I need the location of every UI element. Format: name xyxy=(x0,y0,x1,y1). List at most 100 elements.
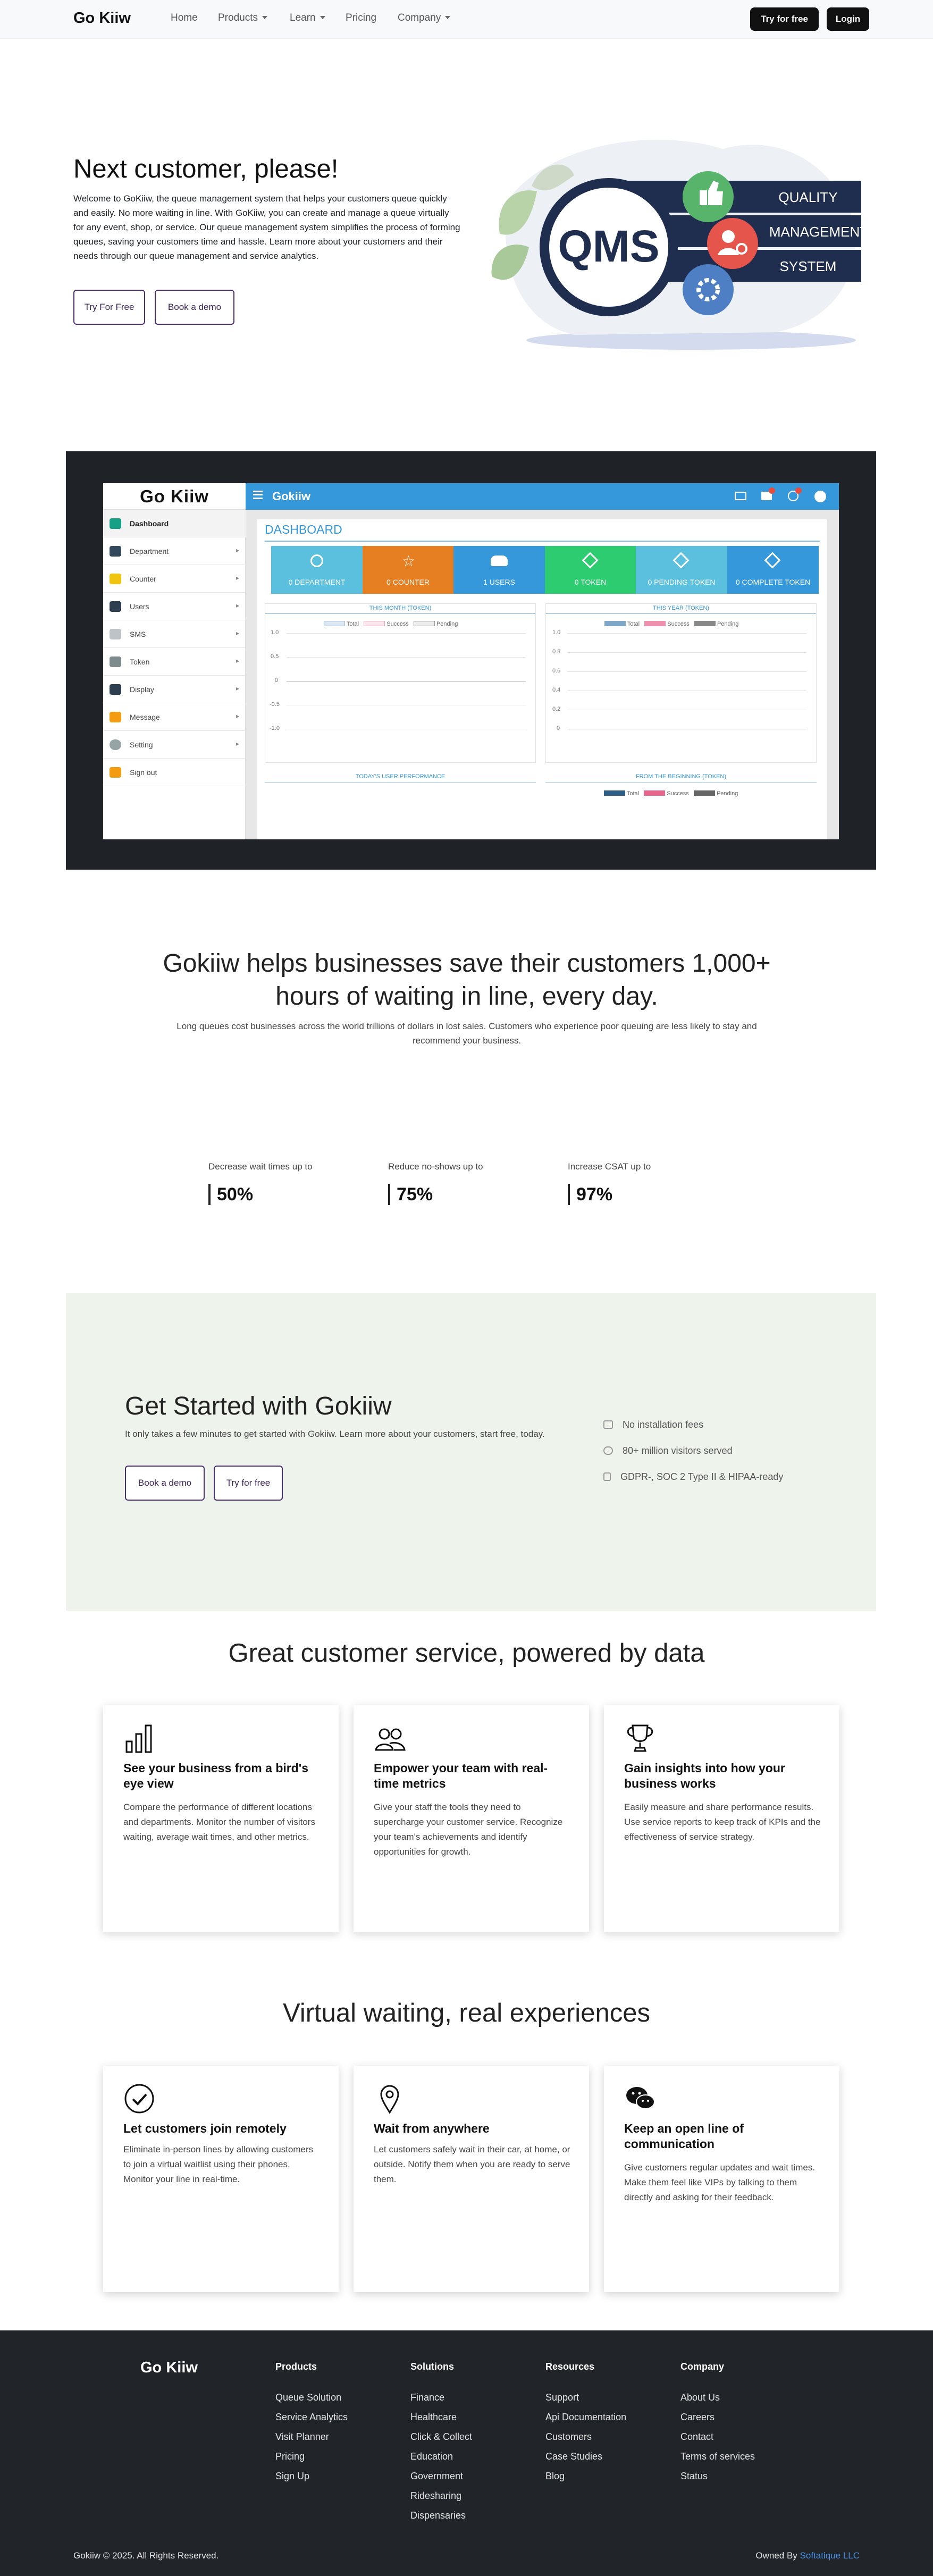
monitor-icon[interactable] xyxy=(735,492,746,500)
notification-icon[interactable] xyxy=(788,487,802,501)
tile-label: 0 TOKEN xyxy=(574,578,607,586)
star-outline-icon: ☆ xyxy=(402,553,416,569)
chevron-right-icon: ▸ xyxy=(236,602,239,609)
chart-legend: Total Success Pending xyxy=(324,621,458,627)
tile-complete-token[interactable]: 0 COMPLETE TOKEN xyxy=(727,546,819,594)
nav-link-company[interactable]: Company xyxy=(398,12,451,24)
get-started-try-button[interactable]: Try for free xyxy=(214,1466,283,1501)
footer-link[interactable]: Pricing xyxy=(275,2451,305,2462)
users-icon xyxy=(110,601,121,612)
login-button[interactable]: Login xyxy=(827,7,869,31)
legend-label: Pending xyxy=(717,621,739,627)
footer-link[interactable]: Click & Collect xyxy=(410,2431,472,2443)
hero-try-free-button[interactable]: Try For Free xyxy=(73,290,145,325)
panel-title: TODAY'S USER PERFORMANCE xyxy=(355,773,446,780)
footer-link[interactable]: Visit Planner xyxy=(275,2431,329,2443)
dashboard-icon xyxy=(110,518,121,529)
year-chart-area: 1.0 0.8 0.6 0.4 0.2 0 xyxy=(552,629,806,731)
footer-link[interactable]: Education xyxy=(410,2451,453,2462)
chart-legend: Total Success Pending xyxy=(604,790,738,797)
lock-icon xyxy=(110,767,121,778)
tick-label: 0.6 xyxy=(552,668,561,674)
tile-pending-token[interactable]: 0 PENDING TOKEN xyxy=(636,546,727,594)
owner-link[interactable]: Softatique LLC xyxy=(800,2550,860,2561)
tile-users[interactable]: 1 USERS xyxy=(453,546,545,594)
hero-title: Next customer, please! xyxy=(73,155,339,183)
legend-label: Pending xyxy=(436,621,458,627)
footer-heading: Company xyxy=(680,2361,725,2372)
copyright-text: Gokiiw © 2025. All Rights Reserved. xyxy=(73,2550,219,2561)
sidebar-item-signout[interactable]: Sign out xyxy=(103,759,246,786)
sidebar-item-counter[interactable]: Counter ▸ xyxy=(103,565,246,593)
sidebar-item-users[interactable]: Users ▸ xyxy=(103,593,246,620)
nav-link-products[interactable]: Products xyxy=(218,12,267,24)
location-pin-icon xyxy=(380,2085,399,2114)
footer-brand[interactable]: Go Kiiw xyxy=(140,2359,198,2377)
stat-label: Decrease wait times up to xyxy=(208,1161,313,1172)
sidebar-item-token[interactable]: Token ▸ xyxy=(103,648,246,676)
dashboard-sidebar: Dashboard Department ▸ Counter ▸ Users ▸ SM… xyxy=(103,510,246,839)
hero-book-demo-button[interactable]: Book a demo xyxy=(155,290,234,325)
sidebar-item-setting[interactable]: Setting ▸ xyxy=(103,731,246,759)
tick-label: 1.0 xyxy=(271,629,279,636)
sidebar-item-label: Setting xyxy=(130,740,153,749)
tile-department[interactable]: 0 DEPARTMENT xyxy=(271,546,363,594)
sidebar-item-dashboard[interactable]: Dashboard xyxy=(103,510,246,537)
nav-link-learn[interactable]: Learn xyxy=(290,12,325,24)
chevron-right-icon: ▸ xyxy=(236,740,239,747)
footer-link[interactable]: Service Analytics xyxy=(275,2412,348,2423)
footer-link[interactable]: Ridesharing xyxy=(410,2490,461,2502)
footer-link[interactable]: Queue Solution xyxy=(275,2392,341,2403)
month-chart-area: 1.0 0.5 0 -0.5 -1.0 xyxy=(270,629,526,731)
card-text: Easily measure and share performance res… xyxy=(624,1802,821,1842)
chart-legend: Total Success Pending xyxy=(604,621,738,627)
sidebar-item-message[interactable]: Message ▸ xyxy=(103,703,246,731)
user-avatar-icon[interactable] xyxy=(814,491,826,502)
menu-icon[interactable] xyxy=(253,491,263,499)
footer-link[interactable]: Customers xyxy=(545,2431,592,2443)
sidebar-item-label: SMS xyxy=(130,630,146,638)
sidebar-item-label: Token xyxy=(130,658,150,666)
footer-link[interactable]: Dispensaries xyxy=(410,2510,466,2521)
footer-link[interactable]: Status xyxy=(680,2471,708,2482)
feature-card-overview: See your business from a bird's eye view… xyxy=(103,1705,339,1932)
stat-no-shows: Reduce no-shows up to 75% xyxy=(388,1161,483,1205)
bar-chart-icon xyxy=(125,1724,152,1753)
mail-icon[interactable] xyxy=(761,487,775,500)
nav-link-pricing[interactable]: Pricing xyxy=(346,12,376,24)
feature-visitors: 80+ million visitors served xyxy=(603,1445,733,1457)
sidebar-item-sms[interactable]: SMS ▸ xyxy=(103,620,246,648)
from-beginning-panel: FROM THE BEGINNING (TOKEN) Total Success… xyxy=(545,772,817,839)
footer-link[interactable]: Government xyxy=(410,2471,463,2482)
footer-link[interactable]: Healthcare xyxy=(410,2412,457,2423)
gear-icon xyxy=(110,739,121,750)
brand-logo[interactable]: Go Kiiw xyxy=(73,10,131,27)
stat-wait-times: Decrease wait times up to 50% xyxy=(208,1161,313,1205)
footer-link[interactable]: Contact xyxy=(680,2431,713,2443)
footer-link[interactable]: Terms of services xyxy=(680,2451,755,2462)
footer-link[interactable]: Finance xyxy=(410,2392,444,2403)
dashboard-panel: DASHBOARD 0 DEPARTMENT ☆ 0 COUNTER 1 USER… xyxy=(257,519,827,839)
footer-link[interactable]: Api Documentation xyxy=(545,2412,626,2423)
legend-label: Success xyxy=(667,790,689,797)
footer-link[interactable]: Case Studies xyxy=(545,2451,602,2462)
footer-link[interactable]: About Us xyxy=(680,2392,720,2403)
footer-link[interactable]: Careers xyxy=(680,2412,715,2423)
savings-title: Gokiiw helps businesses save their custo… xyxy=(163,949,771,1011)
footer-link[interactable]: Sign Up xyxy=(275,2471,309,2482)
dashboard-page-title: DASHBOARD xyxy=(265,523,342,536)
nav-link-home[interactable]: Home xyxy=(171,12,198,24)
tile-counter[interactable]: ☆ 0 COUNTER xyxy=(363,546,453,594)
chevron-right-icon: ▸ xyxy=(236,546,239,554)
dashboard-content: DASHBOARD 0 DEPARTMENT ☆ 0 COUNTER 1 USER… xyxy=(246,510,839,839)
card-title: Keep an open line of communication xyxy=(624,2122,744,2151)
get-started-demo-button[interactable]: Book a demo xyxy=(125,1466,205,1501)
footer-link[interactable]: Support xyxy=(545,2392,579,2403)
tile-token[interactable]: 0 TOKEN xyxy=(545,546,636,594)
stat-value: 97% xyxy=(568,1184,651,1205)
nav-link-learn-label: Learn xyxy=(290,12,316,23)
sidebar-item-department[interactable]: Department ▸ xyxy=(103,537,246,565)
footer-link[interactable]: Blog xyxy=(545,2471,565,2482)
sidebar-item-display[interactable]: Display ▸ xyxy=(103,676,246,703)
try-free-button[interactable]: Try for free xyxy=(750,7,819,31)
